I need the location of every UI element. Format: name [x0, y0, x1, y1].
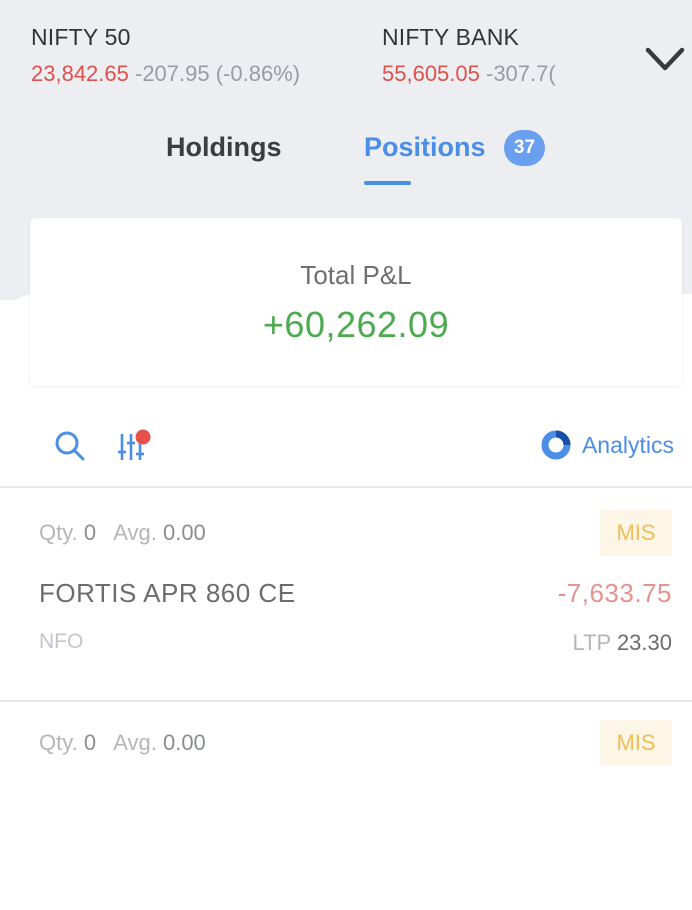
filter-active-dot: [135, 429, 151, 445]
active-tab-indicator: [364, 181, 411, 185]
analytics-icon: [541, 430, 571, 460]
index-price: 55,605.05: [382, 61, 480, 86]
product-badge: MIS: [600, 510, 672, 556]
position-row[interactable]: Qty. 0 Avg. 0.00 MIS FORTIS APR 860 CE -…: [0, 490, 692, 700]
position-symbol: FORTIS APR 860 CE: [39, 578, 296, 608]
total-pnl-value: +60,262.09: [262, 304, 450, 345]
position-pnl: -7,633.75: [557, 578, 672, 608]
qty-label: Qty.: [39, 520, 78, 545]
avg-label: Avg.: [113, 730, 157, 755]
index-ticker-nifty50[interactable]: NIFTY 50 23,842.65 -207.95 (-0.86%): [31, 24, 300, 87]
tab-positions[interactable]: Positions: [364, 132, 486, 163]
positions-count-badge: 37: [504, 130, 545, 166]
divider: [0, 486, 692, 488]
search-icon[interactable]: [54, 430, 86, 462]
total-pnl-card: Total P&L +60,262.09: [30, 218, 682, 386]
qty-label: Qty.: [39, 730, 78, 755]
total-pnl-label: Total P&L: [300, 260, 412, 290]
tab-holdings[interactable]: Holdings: [166, 132, 282, 163]
chevron-down-icon[interactable]: [642, 40, 688, 80]
avg-value: 0.00: [162, 520, 206, 545]
qty-value: 0: [83, 730, 97, 755]
ltp-value: 23.30: [616, 630, 672, 655]
product-badge: MIS: [600, 720, 672, 766]
index-price: 23,842.65: [31, 61, 129, 86]
avg-label: Avg.: [113, 520, 157, 545]
avg-value: 0.00: [162, 730, 206, 755]
index-ticker-niftybank[interactable]: NIFTY BANK 55,605.05 -307.7(: [382, 24, 601, 87]
qty-value: 0: [83, 520, 97, 545]
index-name: NIFTY 50: [31, 24, 131, 50]
index-name: NIFTY BANK: [382, 24, 520, 50]
ltp-label: LTP: [572, 630, 611, 655]
filter-icon[interactable]: [116, 428, 154, 464]
position-row[interactable]: Qty. 0 Avg. 0.00 MIS: [0, 700, 692, 910]
exchange-label: NFO: [39, 630, 84, 653]
analytics-label: Analytics: [581, 431, 674, 458]
index-change: -207.95 (-0.86%): [135, 61, 301, 86]
analytics-button[interactable]: Analytics: [540, 428, 674, 462]
index-change: -307.7(: [486, 61, 556, 86]
positions-toolbar: Analytics: [0, 420, 692, 470]
